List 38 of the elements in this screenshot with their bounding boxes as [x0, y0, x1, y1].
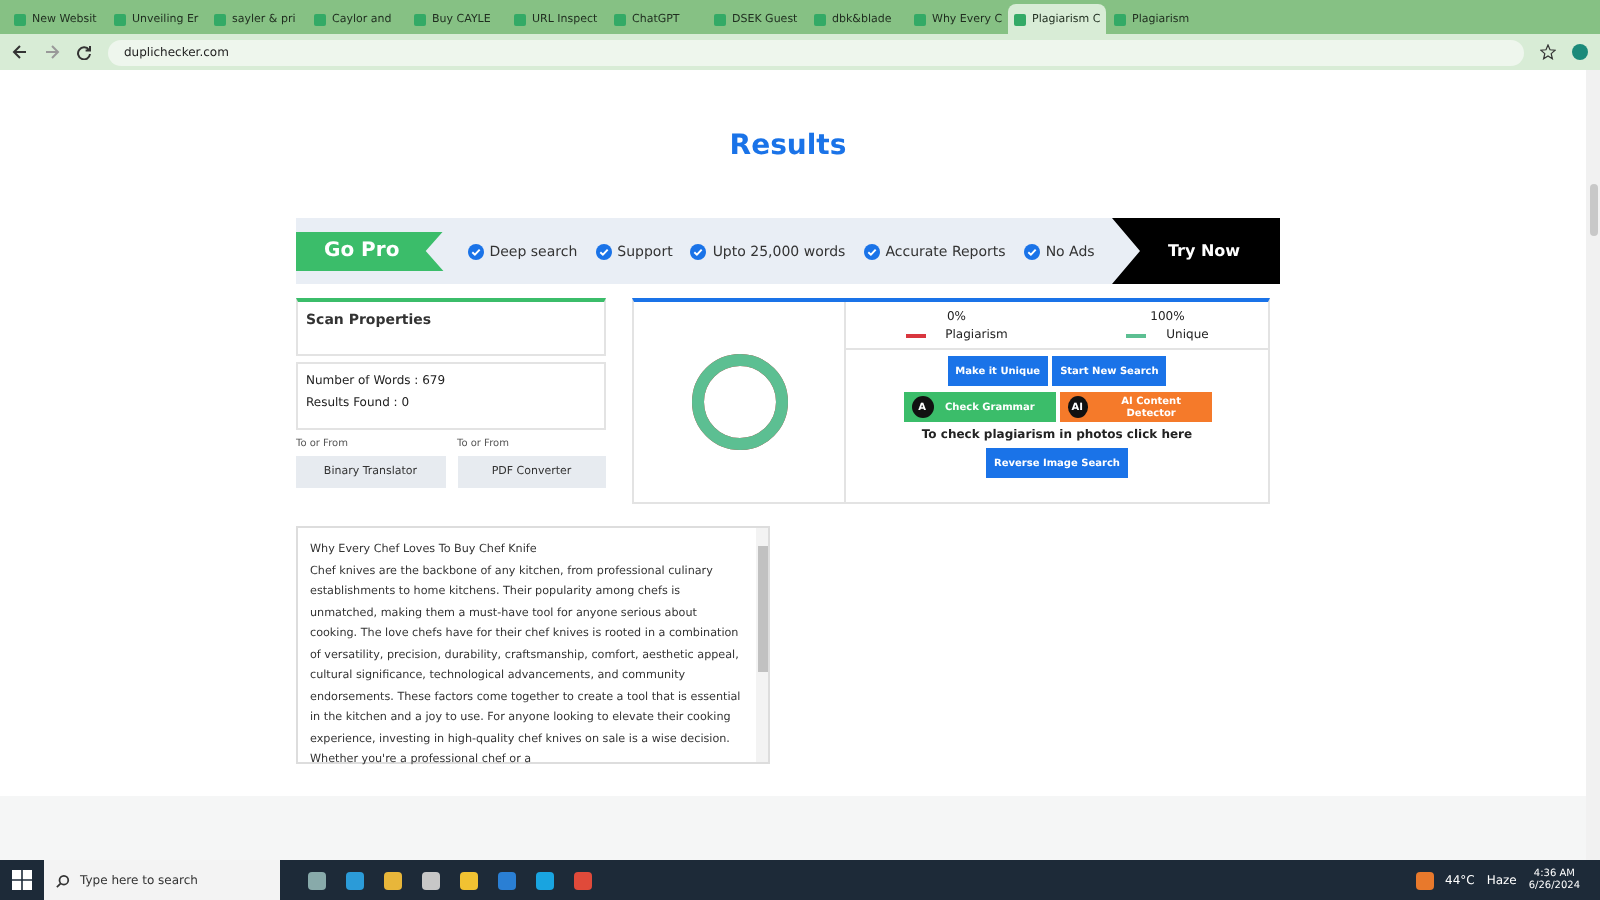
tab-favicon-icon	[14, 13, 26, 25]
reload-icon[interactable]	[76, 44, 92, 60]
tab-favicon-icon	[914, 13, 926, 25]
text-input-area[interactable]	[296, 526, 770, 764]
search-icon	[56, 873, 70, 887]
tab-favicon-icon	[314, 13, 326, 25]
taskbar-app-icon[interactable]	[422, 871, 440, 889]
page-title: Results	[729, 130, 847, 162]
tab-favicon-icon	[714, 13, 726, 25]
page-scrollbar-thumb[interactable]	[1589, 184, 1597, 236]
tab-favicon-icon	[414, 13, 426, 25]
profile-icon[interactable]	[1572, 44, 1588, 60]
star-icon[interactable]	[1540, 44, 1556, 60]
tab-favicon-icon	[1114, 13, 1126, 25]
taskbar-app-icon[interactable]	[536, 871, 554, 889]
check-icon	[595, 243, 612, 259]
tab-favicon-icon	[814, 13, 826, 25]
check-icon	[1023, 243, 1040, 259]
check-icon	[863, 243, 880, 259]
taskbar-app-icon[interactable]	[308, 871, 326, 889]
check-icon	[467, 243, 484, 259]
unique-ring-chart	[689, 352, 789, 452]
go-pro-badge: Go Pro	[296, 231, 444, 271]
back-icon[interactable]	[12, 44, 28, 60]
tab-favicon-icon	[614, 13, 626, 25]
weather-icon	[1415, 871, 1433, 889]
scrollbar-thumb[interactable]	[757, 546, 767, 672]
tab-favicon-icon	[214, 13, 226, 25]
taskbar-app-icon[interactable]	[346, 871, 364, 889]
taskbar-app-icon[interactable]	[460, 871, 478, 889]
check-icon	[690, 243, 707, 259]
taskbar-app-icon[interactable]	[574, 871, 592, 889]
tab-favicon-icon	[1014, 13, 1026, 25]
taskbar-app-icon[interactable]	[384, 871, 402, 889]
tab-favicon-icon	[514, 13, 526, 25]
tab-favicon-icon	[114, 13, 126, 25]
try-now-button[interactable]: Try Now	[1112, 218, 1280, 284]
taskbar-app-icon[interactable]	[498, 871, 516, 889]
